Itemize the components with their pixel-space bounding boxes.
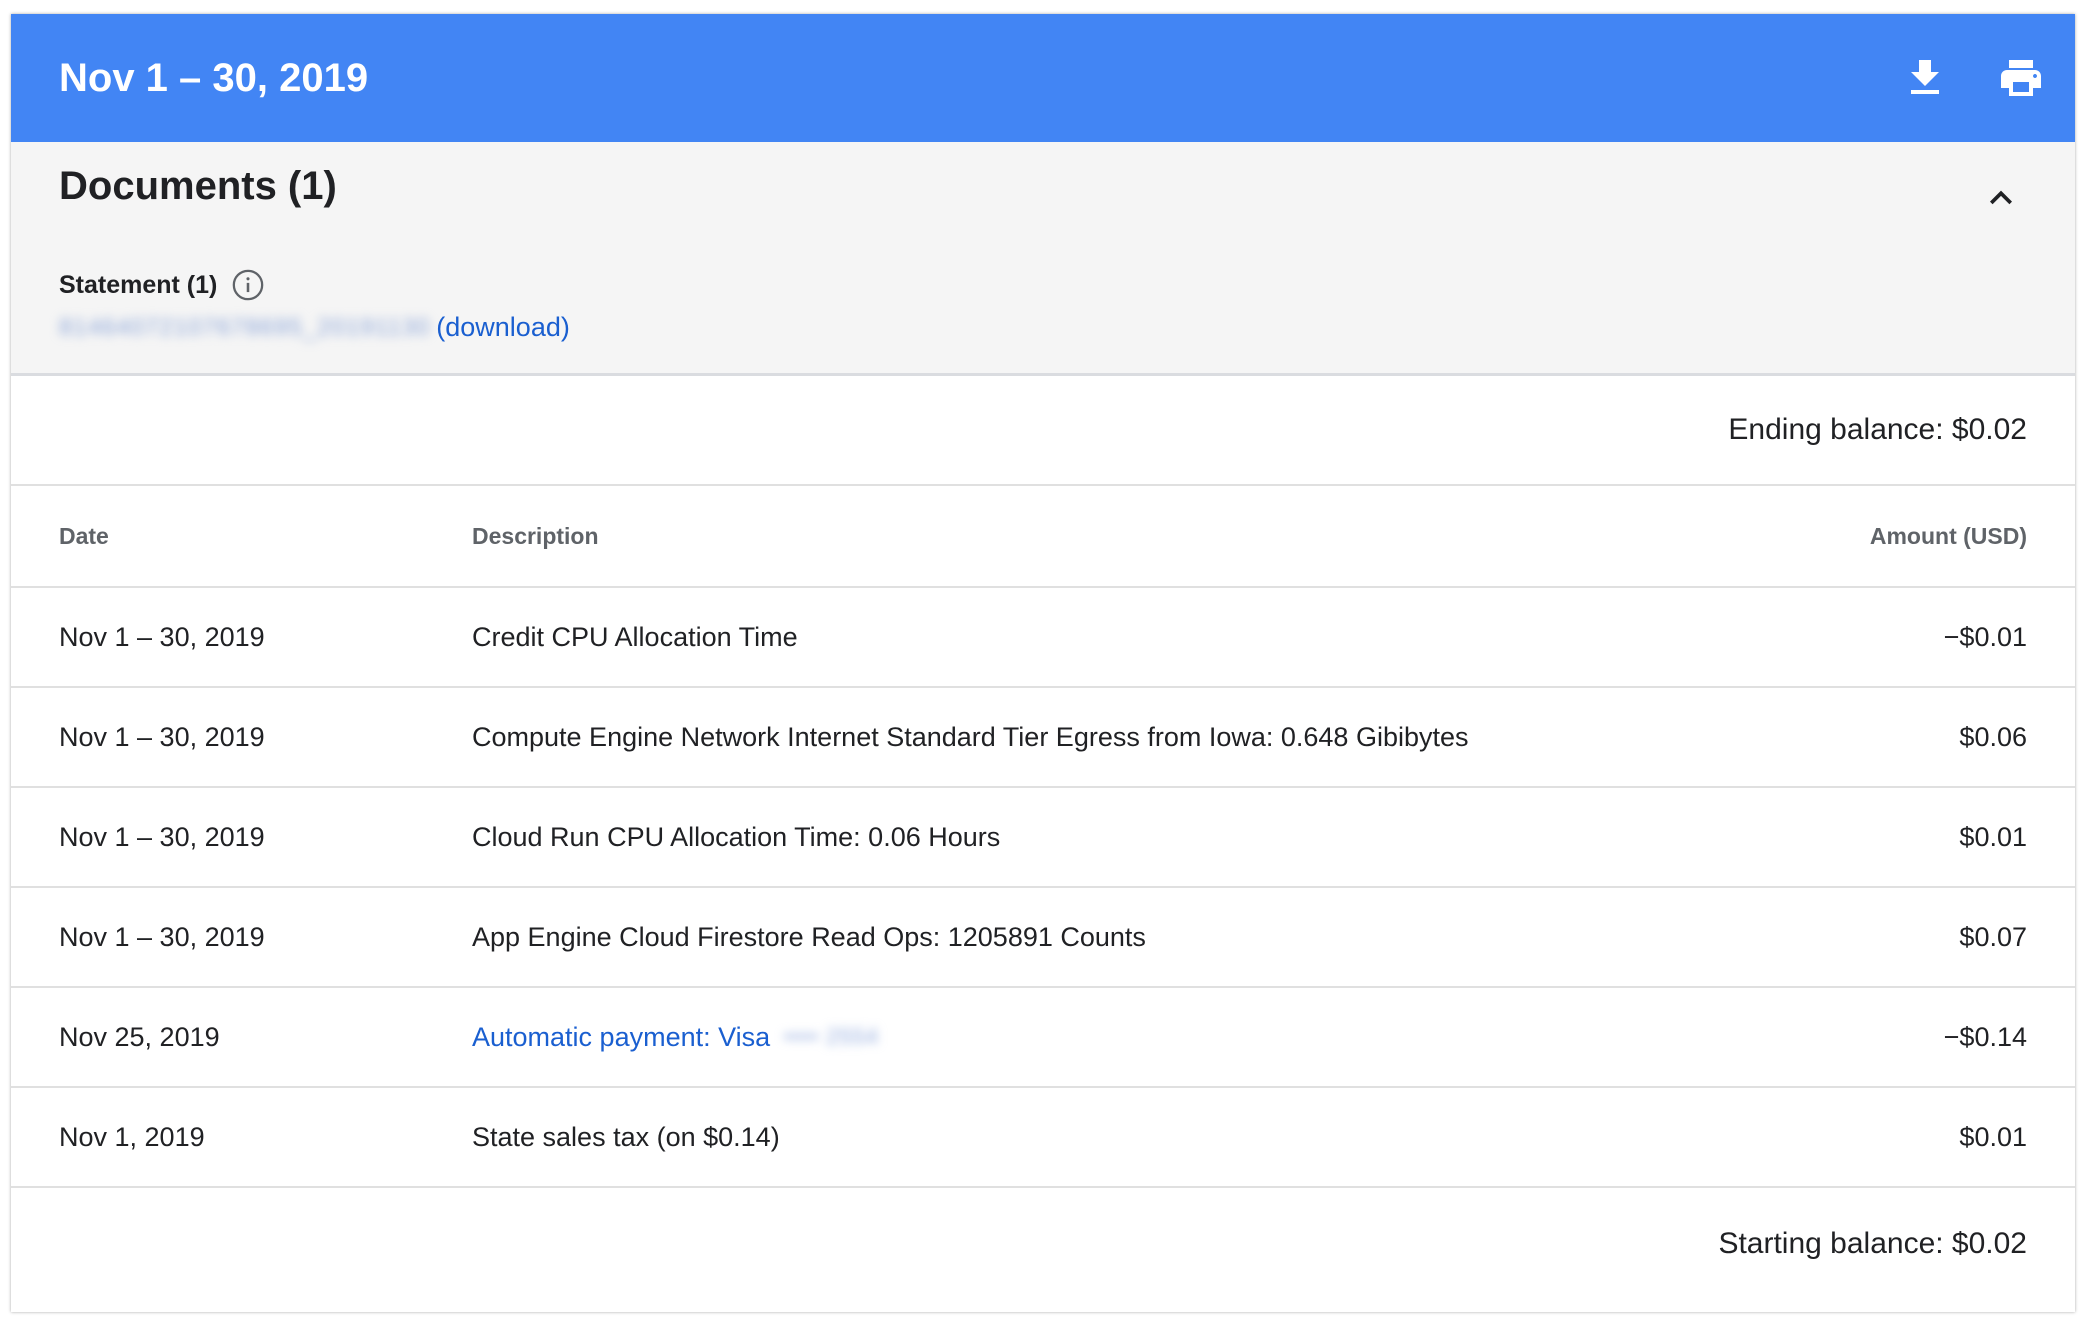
column-header-date: Date [59, 523, 109, 549]
column-header-description: Description [472, 523, 599, 549]
print-button[interactable] [1997, 54, 2045, 102]
row-description: Cloud Run CPU Allocation Time: 0.06 Hour… [472, 822, 1001, 852]
row-description: Credit CPU Allocation Time [472, 622, 798, 652]
row-description: Automatic payment: Visa •••• 2554 [472, 988, 879, 1086]
row-amount: −$0.01 [1943, 622, 2027, 652]
statement-filename-redacted: 81464072107678695_20191130 [59, 313, 431, 341]
row-amount: $0.06 [1959, 722, 2027, 752]
row-date: Nov 1, 2019 [59, 1122, 205, 1152]
billing-statement-card: Nov 1 – 30, 2019 Documents (1) Statement… [11, 14, 2075, 1312]
row-description: State sales tax (on $0.14) [472, 1122, 780, 1152]
documents-title: Documents (1) [59, 164, 337, 208]
statement-label-row: Statement (1) [59, 268, 265, 302]
download-button[interactable] [1901, 54, 1949, 102]
row-description: App Engine Cloud Firestore Read Ops: 120… [472, 922, 1146, 952]
table-row: Nov 1, 2019 State sales tax (on $0.14) $… [11, 1088, 2075, 1188]
chevron-up-icon [1990, 190, 2012, 205]
row-date: Nov 1 – 30, 2019 [59, 722, 265, 752]
statement-period-title: Nov 1 – 30, 2019 [59, 56, 369, 100]
automatic-payment-link[interactable]: Automatic payment: Visa [472, 988, 770, 1086]
table-row: Nov 1 – 30, 2019 Compute Engine Network … [11, 688, 2075, 788]
row-date: Nov 1 – 30, 2019 [59, 822, 265, 852]
ending-balance: Ending balance: $0.02 [1728, 413, 2027, 446]
statement-label: Statement (1) [59, 270, 218, 299]
info-icon[interactable] [231, 268, 265, 302]
statement-header: Nov 1 – 30, 2019 [11, 14, 2075, 142]
print-icon [2001, 60, 2041, 96]
table-row: Nov 1 – 30, 2019 Cloud Run CPU Allocatio… [11, 788, 2075, 888]
download-icon [1911, 60, 1939, 94]
starting-balance-row: Starting balance: $0.02 [11, 1188, 2075, 1310]
column-header-amount: Amount (USD) [1869, 523, 2027, 549]
collapse-documents-button[interactable] [1979, 176, 2023, 220]
row-date: Nov 25, 2019 [59, 1022, 220, 1052]
row-date: Nov 1 – 30, 2019 [59, 622, 265, 652]
row-amount: $0.07 [1959, 922, 2027, 952]
card-number-redacted: •••• 2554 [784, 1024, 880, 1049]
ending-balance-row: Ending balance: $0.02 [11, 376, 2075, 486]
row-description: Compute Engine Network Internet Standard… [472, 722, 1469, 752]
row-amount: $0.01 [1959, 822, 2027, 852]
row-amount: $0.01 [1959, 1122, 2027, 1152]
documents-section: Documents (1) Statement (1) 814640721076… [11, 142, 2075, 376]
row-amount: −$0.14 [1943, 1022, 2027, 1052]
starting-balance: Starting balance: $0.02 [1718, 1227, 2027, 1260]
table-row: Nov 25, 2019 Automatic payment: Visa •••… [11, 988, 2075, 1088]
table-header-row: Date Description Amount (USD) [11, 486, 2075, 588]
table-row: Nov 1 – 30, 2019 App Engine Cloud Firest… [11, 888, 2075, 988]
statement-file-row: 81464072107678695_20191130 (download) [59, 312, 570, 343]
row-date: Nov 1 – 30, 2019 [59, 922, 265, 952]
table-row: Nov 1 – 30, 2019 Credit CPU Allocation T… [11, 588, 2075, 688]
statement-download-link[interactable]: (download) [436, 312, 570, 343]
